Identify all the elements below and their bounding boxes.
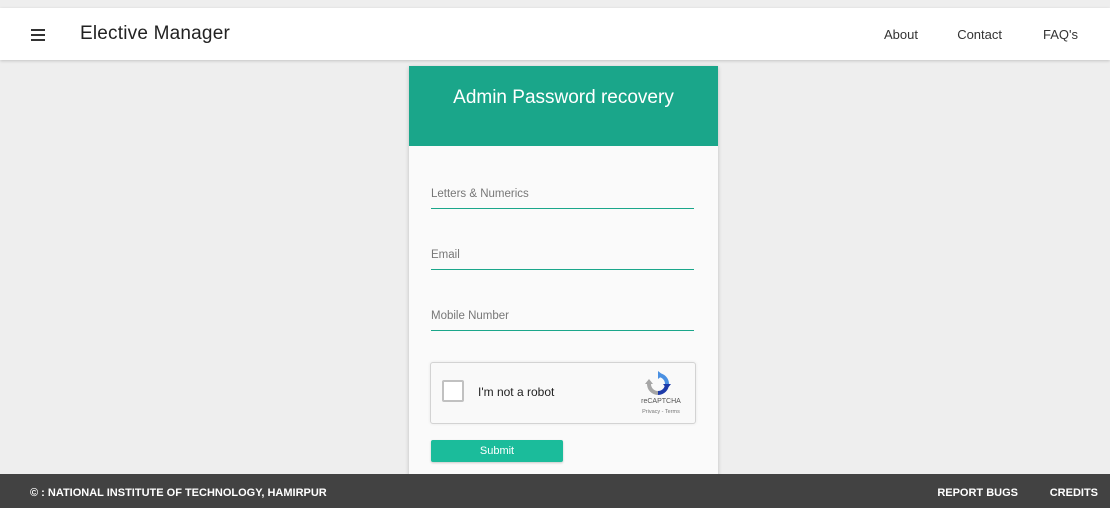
report-bugs-link[interactable]: REPORT BUGS (937, 487, 1018, 499)
email-input[interactable] (431, 243, 694, 267)
footer: © : NATIONAL INSTITUTE OF TECHNOLOGY, HA… (0, 474, 1110, 508)
recaptcha-widget: I'm not a robot reCAPTCHA Privacy - Term… (430, 362, 696, 424)
recaptcha-checkbox[interactable] (442, 380, 464, 402)
submit-button[interactable]: Submit (431, 440, 563, 462)
card-title: Admin Password recovery (409, 66, 718, 146)
email-field (431, 243, 694, 270)
recaptcha-label: I'm not a robot (478, 385, 555, 399)
letters-numerics-input[interactable] (431, 182, 694, 206)
nav-faqs-link[interactable]: FAQ's (1043, 27, 1078, 42)
nav-contact-link[interactable]: Contact (957, 27, 1002, 42)
recaptcha-brand: reCAPTCHA (641, 398, 681, 405)
footer-copyright: © : NATIONAL INSTITUTE OF TECHNOLOGY, HA… (30, 487, 327, 499)
mobile-number-field (431, 304, 694, 331)
recaptcha-logo-icon (645, 371, 671, 395)
nav-about-link[interactable]: About (884, 27, 918, 42)
top-app-bar: Elective Manager About Contact FAQ's (0, 8, 1110, 60)
recaptcha-privacy-terms[interactable]: Privacy - Terms (631, 409, 691, 415)
letters-numerics-field (431, 182, 694, 209)
hamburger-menu-icon[interactable] (26, 24, 52, 46)
app-title: Elective Manager (80, 23, 230, 44)
recovery-card: Admin Password recovery I'm not a robot … (409, 66, 718, 486)
mobile-number-input[interactable] (431, 304, 694, 328)
credits-link[interactable]: CREDITS (1050, 487, 1098, 499)
